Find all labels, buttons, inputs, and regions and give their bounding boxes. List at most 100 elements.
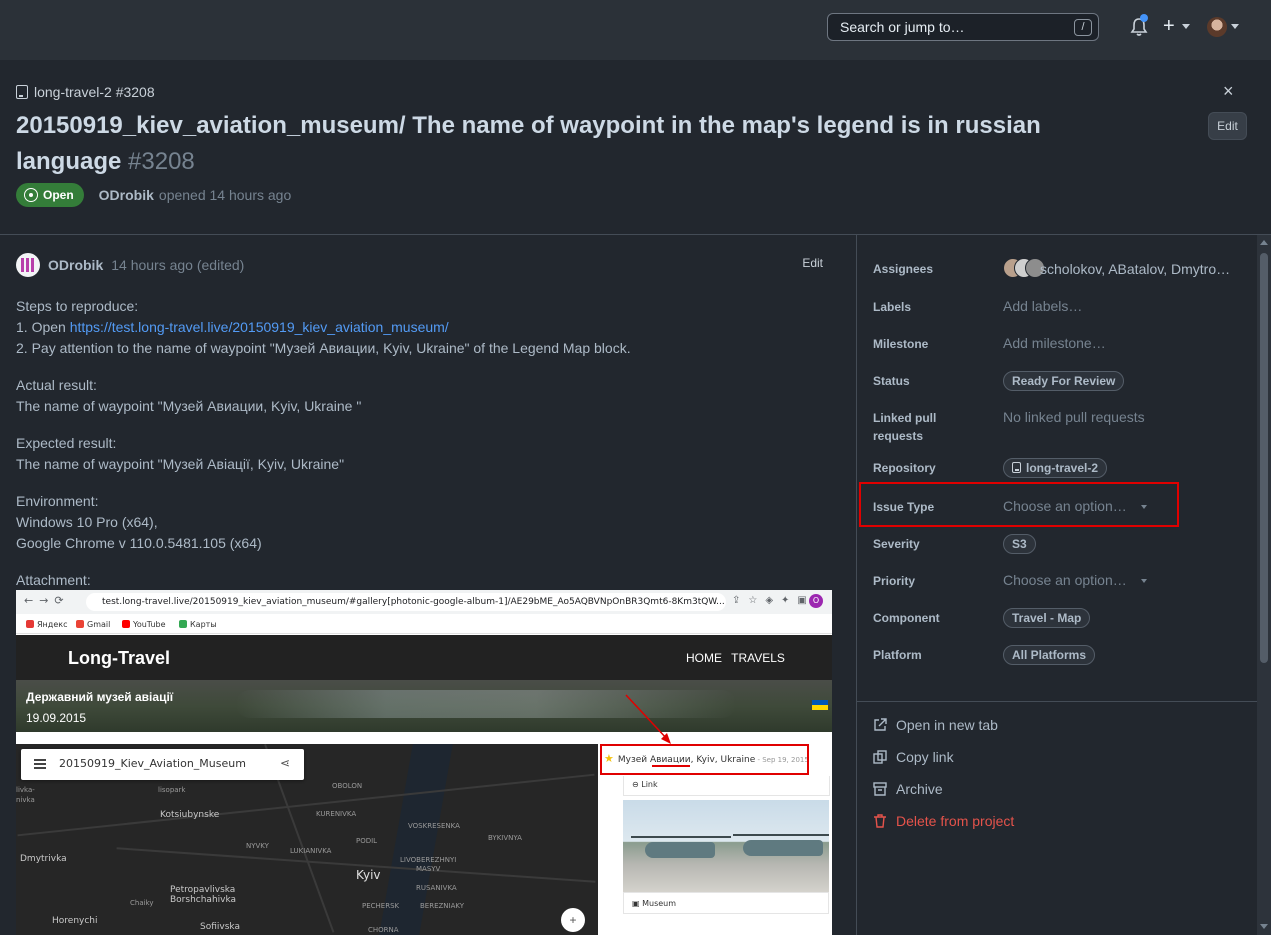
annotation-highlight-box <box>859 482 1179 527</box>
field-label: Linked pull requests <box>873 411 937 443</box>
bookmark-item: Карты <box>179 620 217 629</box>
action-label: Open in new tab <box>896 717 998 733</box>
map-label: PODIL <box>356 837 378 845</box>
action-label: Delete from project <box>896 813 1015 829</box>
map-label: Borshchahivka <box>170 895 237 905</box>
repo-reference[interactable]: long-travel-2 #3208 <box>34 84 155 100</box>
map-label: CHORNA <box>368 926 399 934</box>
archive-action[interactable]: Archive <box>873 781 943 797</box>
site-logo: Long-Travel <box>68 648 171 668</box>
search-shortcut-key: / <box>1074 19 1092 36</box>
issue-author-link[interactable]: ODrobik <box>99 187 154 203</box>
edit-title-button[interactable]: Edit <box>1208 112 1247 140</box>
user-avatar[interactable] <box>1207 17 1227 37</box>
legend-photo-label: Museum <box>642 899 677 908</box>
search-input[interactable]: Search or jump to… / <box>827 13 1099 41</box>
status-badge: Open <box>16 183 84 207</box>
open-in-new-tab-action[interactable]: Open in new tab <box>873 717 998 733</box>
create-menu-caret-icon[interactable] <box>1182 24 1190 29</box>
external-link-icon <box>874 718 887 731</box>
map-label: Horenychi <box>52 916 98 926</box>
bookmark-item: Gmail <box>76 620 110 629</box>
issue-sidebar: Assignees scholokov, ABatalov, Dmytro… L… <box>857 235 1257 935</box>
map-label: Chaiky <box>130 899 154 907</box>
assignees-names: scholokov, ABatalov, Dmytro… <box>1040 261 1231 277</box>
field-label: Milestone <box>873 337 929 351</box>
map-label: lisopark <box>158 786 186 794</box>
map-label: NYVKY <box>246 842 269 850</box>
hamburger-menu-icon <box>34 759 46 769</box>
field-value[interactable]: Choose an option… <box>1003 570 1147 590</box>
copy-icon <box>873 750 887 764</box>
sidebar-scrollbar[interactable] <box>1257 235 1271 935</box>
field-value[interactable]: scholokov, ABatalov, Dmytro… <box>1003 258 1230 279</box>
issue-breadcrumb[interactable]: long-travel-2 #3208 <box>16 84 155 100</box>
browser-address-bar: test.long-travel.live/20150919_kiev_avia… <box>86 593 726 611</box>
chevron-down-icon <box>1140 579 1147 583</box>
map-label: KURENIVKA <box>316 810 357 818</box>
site-navbar: Long-Travel HOME TRAVELS <box>16 635 832 680</box>
map-label: BYKIVNYA <box>488 834 522 842</box>
field-value[interactable]: S3 <box>1003 533 1036 554</box>
legend-link-label: Link <box>641 780 658 789</box>
comment-timestamp[interactable]: 14 hours ago (edited) <box>111 257 244 273</box>
sidebar-divider <box>857 701 1257 702</box>
step-1-link[interactable]: https://test.long-travel.live/20150919_k… <box>70 319 449 335</box>
component-pill: Travel - Map <box>1003 608 1091 628</box>
environment-os: Windows 10 Pro (x64), <box>16 514 158 530</box>
map-title-card: 20150919_Kiev_Aviation_Museum ⋖ <box>21 749 304 780</box>
map-label: OBOLON <box>332 782 363 790</box>
field-value[interactable]: long-travel-2 <box>1003 457 1108 478</box>
comment-edit-button[interactable]: Edit <box>802 256 823 270</box>
repository-pill: long-travel-2 <box>1003 458 1108 478</box>
legend-photo-caption: ▣ Museum <box>623 892 829 914</box>
comment-author-link[interactable]: ODrobik <box>48 257 103 273</box>
museum-photo <box>623 800 829 892</box>
map-label: VOSKRESENKA <box>408 822 460 830</box>
zoom-in-icon: + <box>561 908 585 932</box>
issue-header: long-travel-2 #3208 × Edit 20150919_kiev… <box>0 60 1271 235</box>
map-label: Sofiivska <box>200 922 240 932</box>
field-value[interactable]: Add milestone… <box>1003 333 1106 353</box>
attachment-heading: Attachment: <box>16 572 91 588</box>
site-hero-banner: Державний музей авіації 19.09.2015 <box>16 680 832 732</box>
map-label: nivka <box>16 796 35 804</box>
map-legend-panel: ★ Музей Авиации, Kyiv, Ukraine - Sep 19, … <box>598 744 832 935</box>
map-view: livka- nivka lisopark OBOLON Kotsiubynsk… <box>16 744 598 935</box>
user-menu-caret-icon[interactable] <box>1231 24 1239 29</box>
field-label: Severity <box>873 537 920 551</box>
hero-date: 19.09.2015 <box>26 711 87 725</box>
delete-from-project-action[interactable]: Delete from project <box>873 813 1014 829</box>
field-label: Priority <box>873 574 916 588</box>
repository-name: long-travel-2 <box>1026 461 1099 475</box>
field-value[interactable]: Add labels… <box>1003 296 1082 316</box>
actual-heading: Actual result: <box>16 377 97 393</box>
scroll-up-icon[interactable] <box>1260 240 1268 245</box>
map-label: LIVOBEREZHNYI <box>400 856 457 864</box>
attachment-image[interactable]: ←→⟳ test.long-travel.live/20150919_kiev_… <box>16 590 832 935</box>
scroll-down-icon[interactable] <box>1260 924 1268 929</box>
field-value[interactable]: All Platforms <box>1003 644 1096 665</box>
field-value[interactable]: Travel - Map <box>1003 607 1091 628</box>
expected-heading: Expected result: <box>16 435 117 451</box>
field-value[interactable]: Ready For Review <box>1003 370 1125 391</box>
environment-browser: Google Chrome v 110.0.5481.105 (x64) <box>16 535 262 551</box>
action-label: Archive <box>896 781 943 797</box>
field-label: Assignees <box>873 262 934 276</box>
comment-body: Steps to reproduce: 1. Open https://test… <box>16 296 836 607</box>
bookmarks-bar: Яндекс Gmail YouTube Карты <box>16 614 832 634</box>
legend-link-row: ⊖ Link <box>623 776 830 796</box>
field-label: Repository <box>873 461 936 475</box>
map-label: MASYV <box>416 865 441 873</box>
scrollbar-thumb[interactable] <box>1260 253 1268 663</box>
issue-main-content: ODrobik 14 hours ago (edited) Edit Steps… <box>0 235 857 935</box>
top-header: Search or jump to… / + <box>0 0 1271 60</box>
notifications-bell-icon[interactable] <box>1130 14 1148 37</box>
create-new-plus-icon[interactable]: + <box>1163 15 1175 37</box>
comment-header: ODrobik 14 hours ago (edited) Edit <box>16 253 836 277</box>
map-label: RUSANIVKA <box>416 884 457 892</box>
field-value[interactable]: No linked pull requests <box>1003 407 1145 427</box>
comment-author-avatar[interactable] <box>16 253 40 277</box>
close-panel-icon[interactable]: × <box>1223 81 1234 101</box>
copy-link-action[interactable]: Copy link <box>873 749 954 765</box>
